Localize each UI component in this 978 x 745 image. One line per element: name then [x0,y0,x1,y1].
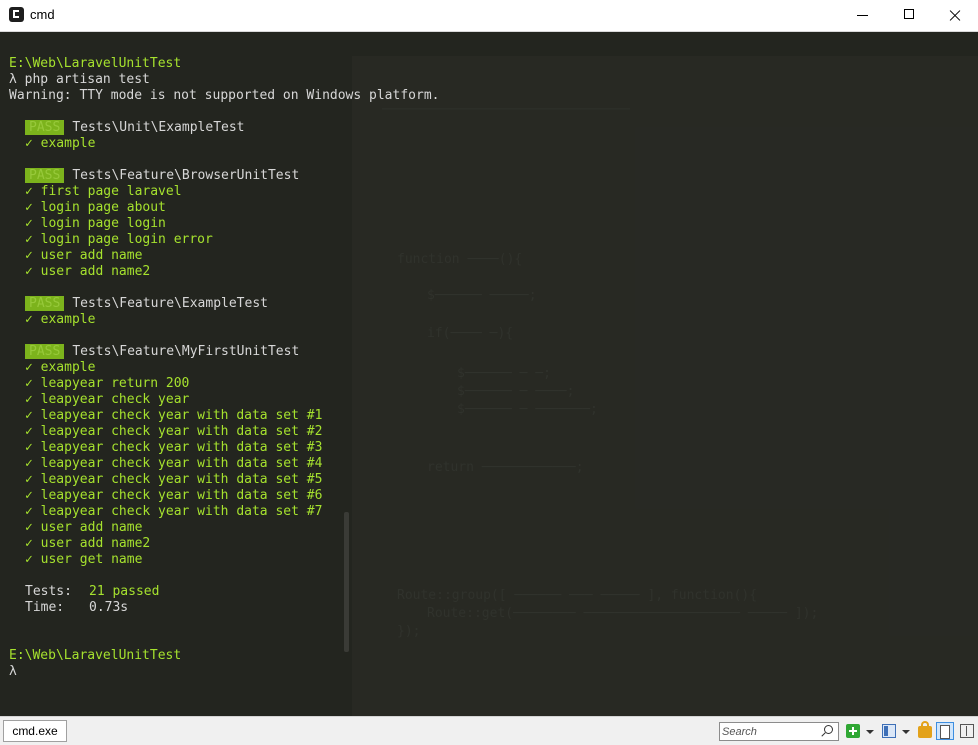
pass-badge: PASS [25,168,65,183]
test-case-row: ✓ leapyear check year with data set #7 [25,504,323,519]
lock-icon[interactable] [918,721,932,738]
chevron-down-icon[interactable] [902,730,910,734]
summary-value: 0.73s [89,600,129,615]
time-summary: Time: 0.73s [9,600,128,616]
pass-badge: PASS [25,120,65,135]
test-case-row: ✓ leapyear check year [25,392,190,407]
test-suite-name: Tests\Feature\MyFirstUnitTest [72,344,300,359]
layout-icon[interactable] [882,724,896,738]
test-case-row: ✓ login page login error [25,232,213,247]
tests-summary: Tests: 21 passed [9,584,159,600]
test-case-row: ✓ leapyear check year with data set #6 [25,488,323,503]
test-case-row: ✓ login page login [25,216,166,231]
test-case-row: ✓ leapyear check year with data set #2 [25,424,323,439]
test-case-row: ✓ user add name2 [25,264,151,279]
pass-badge: PASS [25,296,65,311]
test-suite-name: Tests\Feature\ExampleTest [72,296,268,311]
test-suite-row: PASS Tests\Unit\ExampleTest [9,120,245,136]
grid-icon[interactable] [960,724,974,738]
test-case-row: ✓ leapyear check year with data set #4 [25,456,323,471]
search-input[interactable] [722,724,818,739]
cmder-icon [9,7,24,22]
prompt-path: E:\Web\LaravelUnitTest [9,648,182,663]
close-button[interactable] [932,0,978,31]
summary-label: Time: [25,600,65,615]
summary-label: Tests: [25,584,72,599]
status-bar: cmd.exe [0,716,978,745]
title-bar: cmd [0,0,978,32]
test-suite-row: PASS Tests\Feature\MyFirstUnitTest [9,344,299,360]
test-case-row: ✓ user get name [25,552,143,567]
test-suite-name: Tests\Feature\BrowserUnitTest [72,168,300,183]
search-box[interactable] [719,722,839,741]
test-case-row: ✓ user add name2 [25,536,151,551]
test-suite-name: Tests\Unit\ExampleTest [72,120,245,135]
test-case-row: ✓ first page laravel [25,184,182,199]
pass-badge: PASS [25,344,65,359]
test-case-row: ✓ example [25,360,96,375]
scrollbar[interactable] [344,512,349,652]
window-title: cmd [30,7,55,22]
terminal-line: λ php artisan test [9,72,150,87]
test-case-row: ✓ example [25,136,96,151]
terminal-line: λ [9,664,17,679]
summary-value: 21 passed [89,584,160,599]
test-case-row: ✓ leapyear return 200 [25,376,190,391]
chevron-down-icon[interactable] [866,730,874,734]
minimize-button[interactable] [840,0,886,31]
test-case-row: ✓ leapyear check year with data set #3 [25,440,323,455]
test-case-row: ✓ example [25,312,96,327]
test-case-row: ✓ leapyear check year with data set #5 [25,472,323,487]
test-suite-row: PASS Tests\Feature\ExampleTest [9,296,268,312]
test-case-row: ✓ leapyear check year with data set #1 [25,408,323,423]
add-tab-icon[interactable] [846,724,860,738]
tab-cmd[interactable]: cmd.exe [3,720,67,742]
prompt-path: E:\Web\LaravelUnitTest [9,56,182,71]
test-case-row: ✓ login page about [25,200,166,215]
search-icon[interactable] [824,725,833,734]
terminal-line: Warning: TTY mode is not supported on Wi… [9,88,440,103]
panel-icon[interactable] [936,722,954,740]
maximize-button[interactable] [886,0,932,31]
test-case-row: ✓ user add name [25,248,143,263]
test-case-row: ✓ user add name [25,520,143,535]
terminal-output[interactable]: E:\Web\LaravelUnitTest λ php artisan test… [0,32,978,716]
test-suite-row: PASS Tests\Feature\BrowserUnitTest [9,168,299,184]
